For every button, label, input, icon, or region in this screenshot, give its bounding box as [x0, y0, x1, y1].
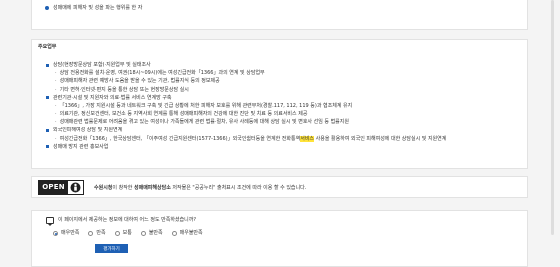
- survey-question-text: 이 페이지에서 제공하는 정보에 대하여 어느 정도 만족하셨습니까?: [58, 217, 196, 224]
- submit-rating-button[interactable]: 평가하기: [95, 244, 128, 253]
- bullet-icon: [46, 145, 49, 149]
- duty-item: 외국인피해여성 상담 및 지원연계: [46, 127, 516, 135]
- bullet-icon: [46, 63, 49, 67]
- duty-item: 상담(현장방문상담 포함)·지원업무 및 실태조사: [46, 61, 516, 69]
- duties-list: 상담(현장방문상담 포함)·지원업무 및 실태조사 · 상담 전용전화를 설치·운영…: [46, 61, 516, 151]
- duty-text: 상담(현장방문상담 포함)·지원업무 및 실태조사: [53, 61, 151, 68]
- duty-text: 성매매관련 법률문제로 어려움을 겪고 있는 여성이나 가족들에게 관련 법률·…: [59, 119, 349, 126]
- duty-text: 여성긴급전화「1366」, 한국상담센터, 「이주여성 긴급지원센터(1577-…: [59, 135, 447, 142]
- bullet-icon: [45, 6, 49, 11]
- dash-marker: ·: [55, 78, 57, 85]
- survey-option[interactable]: 만족: [88, 230, 106, 236]
- dash-marker: ·: [55, 135, 57, 142]
- license-section: OPEN 수원시청이 창작한 성매매피해상담소 저작물은 "공공누리" 출처표시…: [31, 176, 528, 198]
- radio-button[interactable]: [114, 230, 120, 236]
- radio-button[interactable]: [171, 230, 177, 236]
- survey-option[interactable]: 불만족: [140, 230, 163, 236]
- duty-text: 의료기관, 정신보건센터, 보건소 등 지역사회 연계를 통해 성매매피해자의 …: [59, 111, 308, 118]
- survey-option-label: 매우만족: [61, 230, 80, 236]
- survey-option[interactable]: 매우불만족: [171, 230, 203, 236]
- survey-option-label: 매우불만족: [179, 230, 203, 236]
- survey-option-label: 보통: [122, 230, 132, 236]
- duty-text: 기타 면허·인터넷·편지 등을 통한 상담 또는 현장방문상담 실시: [59, 86, 189, 93]
- license-suffix: 저작물은 "공공누리" 출처표시 조건에 따라 이용 할 수 있습니다.: [170, 185, 307, 191]
- duty-subitem: · 기타 면허·인터넷·편지 등을 통한 상담 또는 현장방문상담 실시: [46, 86, 516, 94]
- license-middle: 이 창작한: [112, 185, 134, 191]
- duty-subitem: · 여성긴급전화「1366」, 한국상담센터, 「이주여성 긴급지원센터(1577…: [46, 135, 516, 143]
- duty-text: 「1366」, 가장 지원시설 등과 네트워크 구축 및 긴급 상황에 처한 피…: [59, 102, 353, 109]
- survey-option[interactable]: 보통: [114, 230, 132, 236]
- duty-item: 성매매 방지 관련 홍보사업: [46, 143, 516, 151]
- duty-item: 관련기관·시설 및 지원자와 의료·법률 서비스 연계망 구축: [46, 94, 516, 102]
- bullet-icon: [46, 96, 49, 100]
- duty-subitem: · 성매매관련 법률문제로 어려움을 겪고 있는 여성이나 가족들에게 관련 법률…: [46, 118, 516, 126]
- dash-marker: ·: [55, 111, 57, 118]
- speech-bubble-icon: [46, 217, 54, 226]
- license-work: 성매매피해상담소: [134, 185, 171, 191]
- dash-marker: ·: [55, 119, 57, 126]
- radio-button[interactable]: [140, 230, 146, 236]
- target-section: 성매매에 피해자 및 성을 파는 행위를 한 자: [31, 0, 528, 30]
- kogl-logo: OPEN: [38, 180, 84, 195]
- attribution-icon: [68, 181, 83, 194]
- bullet-icon: [46, 129, 49, 133]
- survey-option-label: 불만족: [148, 230, 163, 236]
- duty-subitem: · 의료기관, 정신보건센터, 보건소 등 지역사회 연계를 통해 성매매피해자의…: [46, 110, 516, 118]
- survey-options: 매우만족 만족 보통 불만족 매우불만족: [53, 230, 212, 236]
- duty-text: 관련기관·시설 및 지원자와 의료·법률 서비스 연계망 구축: [53, 94, 172, 101]
- target-item-text: 성매매에 피해자 및 성을 파는 행위를 한 자: [53, 5, 143, 11]
- radio-button[interactable]: [88, 230, 94, 236]
- duties-title: 주요업무: [38, 44, 57, 50]
- satisfaction-survey: 이 페이지에서 제공하는 정보에 대하여 어느 정도 만족하셨습니까? 매우만족…: [31, 210, 528, 267]
- dash-marker: ·: [55, 86, 57, 93]
- dash-marker: ·: [55, 70, 57, 77]
- page-content: 성매매에 피해자 및 성을 파는 행위를 한 자 주요업무 상담(현장방문상담 …: [31, 0, 528, 267]
- duties-section: 주요업무 상담(현장방문상담 포함)·지원업무 및 실태조사 · 상담 전용전화를 …: [31, 39, 528, 169]
- license-text: 수원시청이 창작한 성매매피해상담소 저작물은 "공공누리" 출처표시 조건에 …: [94, 185, 306, 191]
- duty-subitem: · 성매매피해자 관련 예방사 도움을 받을 수 있는 기관, 법률지식 등의 정…: [46, 77, 516, 85]
- duty-text: 외국인피해여성 상담 및 지원연계: [53, 127, 123, 134]
- survey-option[interactable]: 매우만족: [53, 230, 79, 236]
- license-agency: 수원시청: [94, 185, 113, 191]
- duty-subitem: · 「1366」, 가장 지원시설 등과 네트워크 구축 및 긴급 상황에 처한 …: [46, 102, 516, 110]
- duty-text: 상담 전용전화를 설치·운영, 여권(18시~09시)에는 여성긴급전화「136…: [59, 70, 265, 77]
- radio-button[interactable]: [53, 230, 58, 236]
- dash-marker: ·: [55, 102, 57, 109]
- survey-question: 이 페이지에서 제공하는 정보에 대하여 어느 정도 만족하셨습니까?: [46, 217, 196, 226]
- list-item: 성매매에 피해자 및 성을 파는 행위를 한 자: [45, 5, 142, 11]
- duty-subitem: · 상담 전용전화를 설치·운영, 여권(18시~09시)에는 여성긴급전화「13…: [46, 69, 516, 77]
- duty-text: 성매매피해자 관련 예방사 도움을 받을 수 있는 기관, 법률지식 등의 정보…: [59, 78, 220, 85]
- open-logo-text: OPEN: [39, 181, 68, 194]
- highlighted-text: 서비스: [300, 135, 315, 142]
- duty-text: 성매매 방지 관련 홍보사업: [53, 143, 109, 150]
- survey-option-label: 만족: [96, 230, 106, 236]
- scrollbar[interactable]: [551, 0, 554, 235]
